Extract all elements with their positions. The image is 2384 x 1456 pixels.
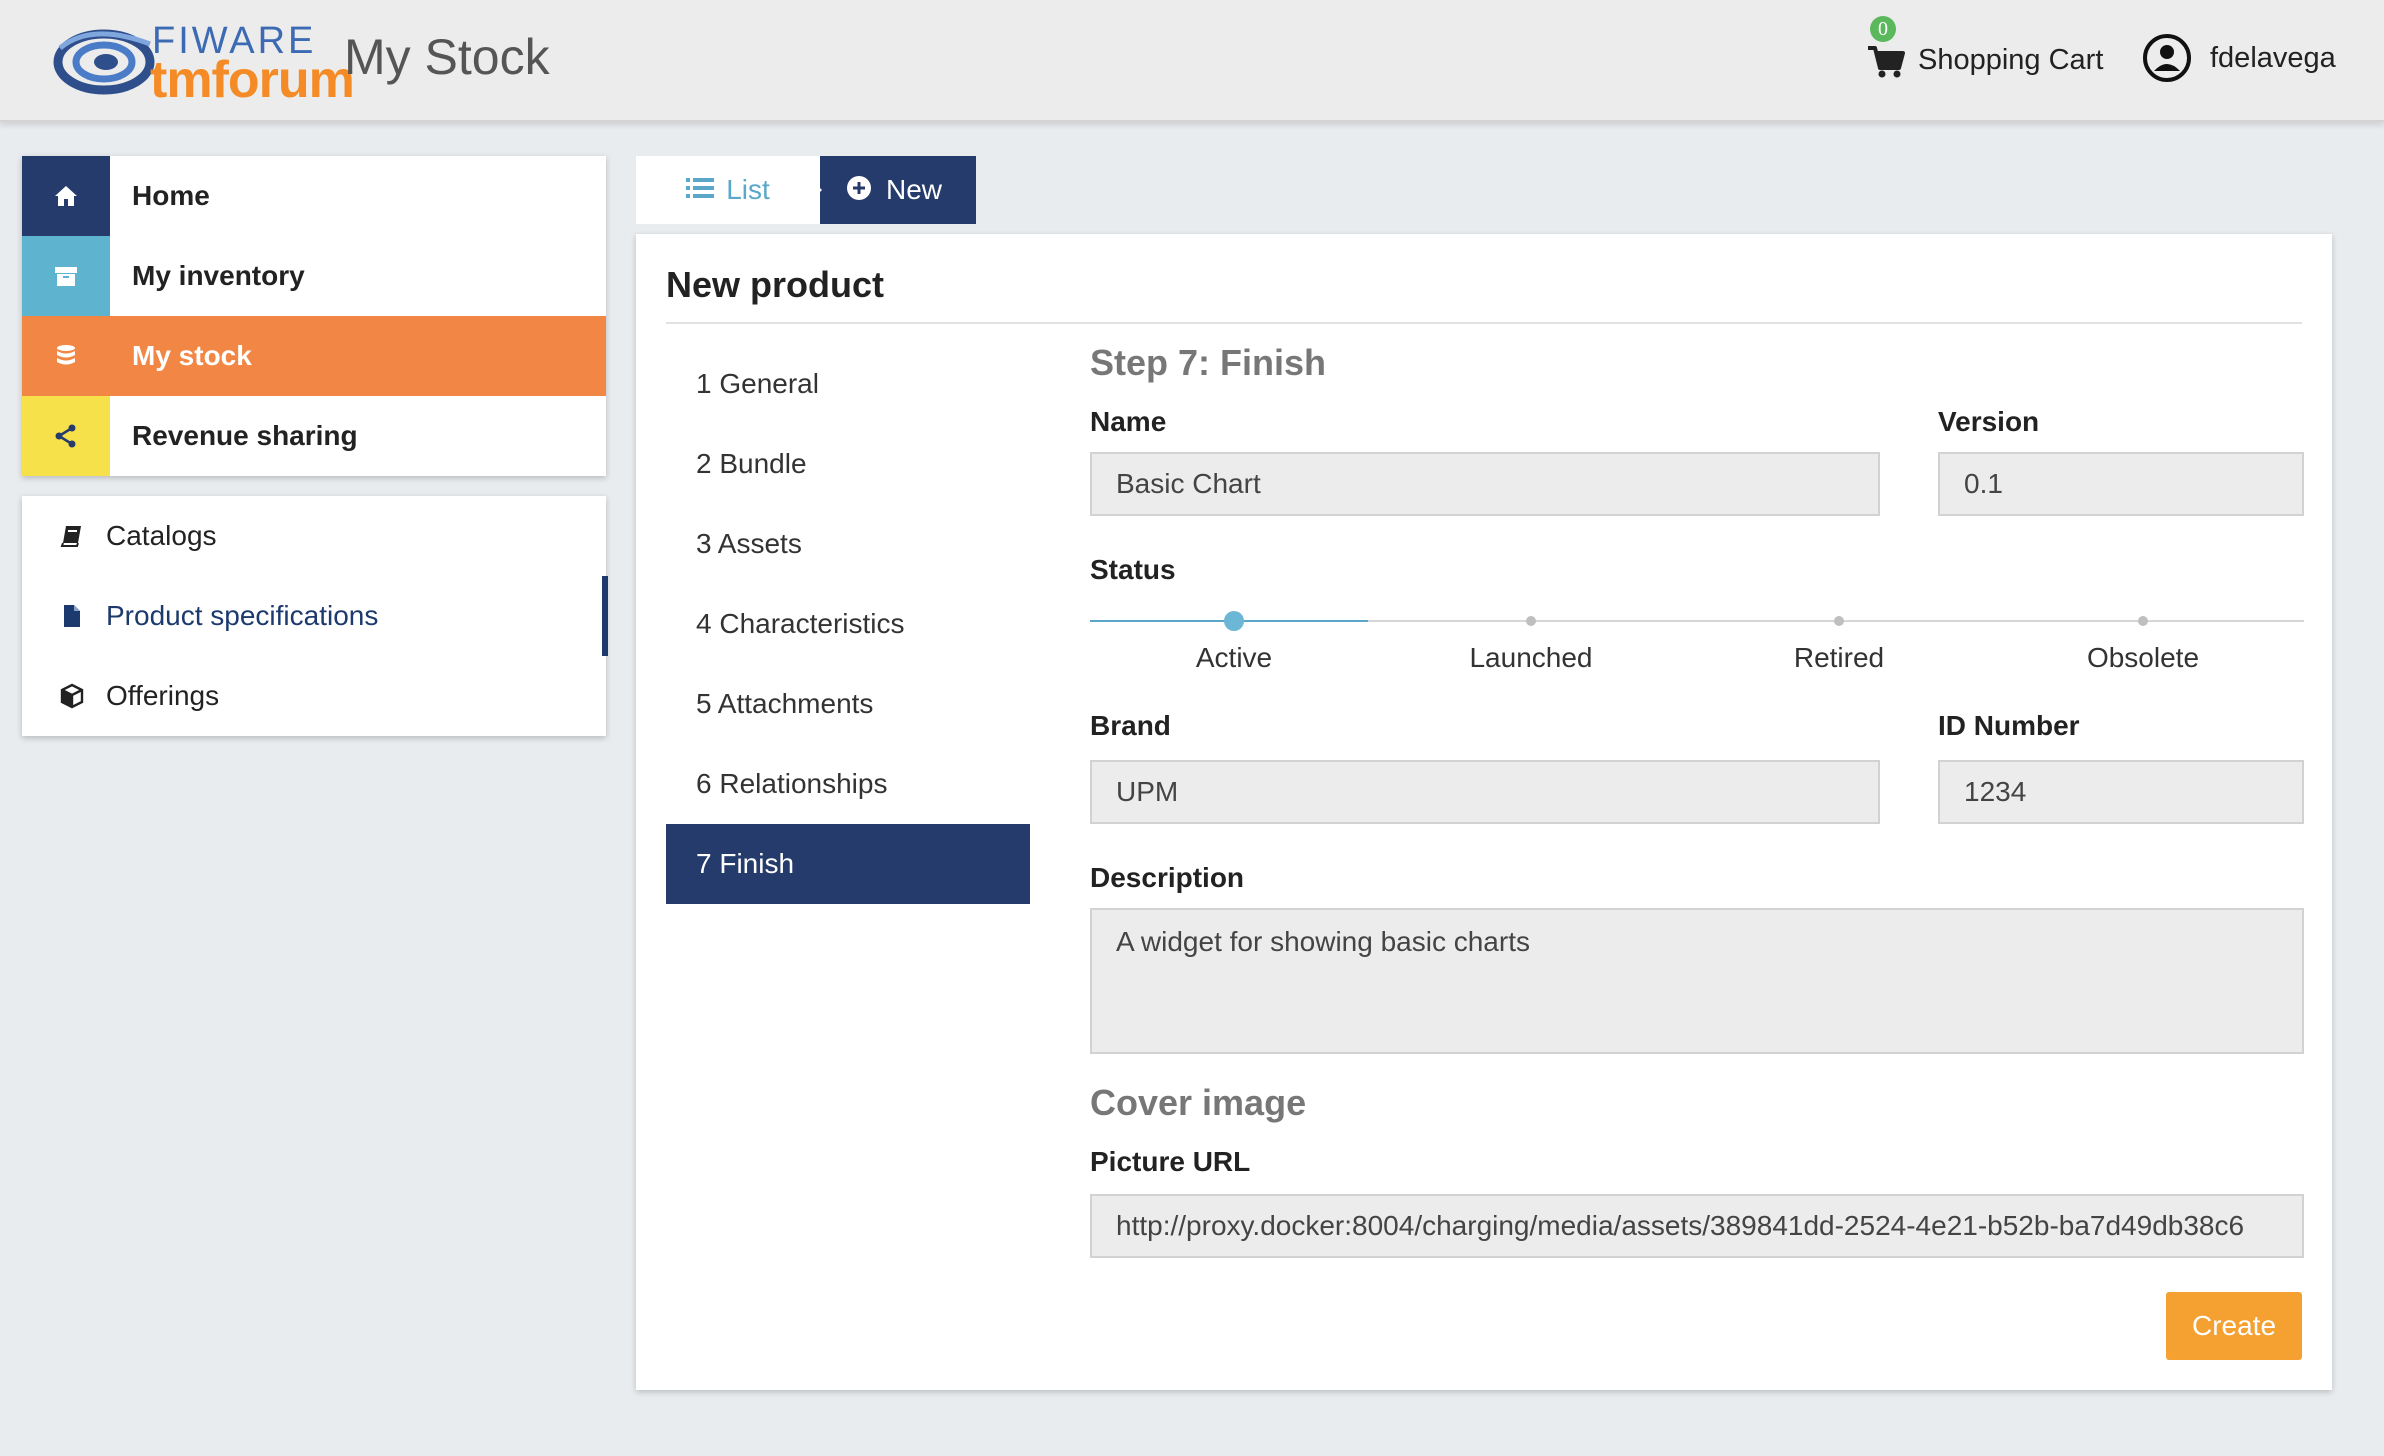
active-indicator [602, 576, 608, 656]
share-icon [22, 396, 110, 476]
menu-item-revenue-sharing[interactable]: Revenue sharing [22, 396, 606, 476]
step-general[interactable]: 1 General [666, 344, 1030, 424]
file-icon [54, 603, 90, 629]
menu-item-label: My inventory [132, 260, 305, 291]
step-label: 5 Attachments [696, 688, 874, 719]
step-finish[interactable]: 7 Finish [666, 824, 1030, 904]
user-menu[interactable]: fdelavega [2142, 30, 2336, 86]
cart-label: Shopping Cart [1918, 43, 2104, 76]
submenu-item-product-specifications[interactable]: Product specifications [22, 576, 606, 656]
id-number-field[interactable]: 1234 [1938, 760, 2304, 824]
brand-label: Brand [1090, 710, 1171, 741]
cover-image-title: Cover image [1090, 1082, 1307, 1123]
description-label: Description [1090, 862, 1245, 893]
menu-item-my-stock[interactable]: My stock [22, 316, 606, 396]
submenu-item-catalogs[interactable]: Catalogs [22, 496, 606, 576]
status-option-launched[interactable]: Launched [1401, 642, 1661, 674]
name-field[interactable]: Basic Chart [1090, 452, 1880, 516]
name-label: Name [1090, 406, 1167, 437]
picture-url-field[interactable]: http://proxy.docker:8004/charging/media/… [1090, 1194, 2304, 1258]
tab-new-label: New [886, 174, 943, 205]
status-option-retired[interactable]: Retired [1709, 642, 1969, 674]
create-button[interactable]: Create [2166, 1292, 2302, 1360]
brand-field[interactable]: UPM [1090, 760, 1880, 824]
submenu-item-offerings[interactable]: Offerings [22, 656, 606, 736]
tab-arrow-divider [788, 156, 822, 224]
archive-icon [22, 236, 110, 316]
step-title: Step 7: Finish [1090, 342, 1327, 383]
menu-item-my-inventory[interactable]: My inventory [22, 236, 606, 316]
card-title: New product [666, 264, 885, 305]
step-label: 2 Bundle [696, 448, 807, 479]
submenu-item-label: Product specifications [106, 600, 379, 631]
menu-item-label: Home [132, 180, 210, 211]
step-bundle[interactable]: 2 Bundle [666, 424, 1030, 504]
step-assets[interactable]: 3 Assets [666, 504, 1030, 584]
top-navbar: FIWARE tmforum My Stock 0 Shopping Cart … [0, 0, 2384, 122]
id-number-label: ID Number [1938, 710, 2080, 741]
main-menu: Home My inventory My stock Revenue shari… [22, 156, 606, 476]
submenu-item-label: Offerings [106, 680, 220, 711]
status-dot-obsolete[interactable] [2138, 616, 2148, 626]
version-field[interactable]: 0.1 [1938, 452, 2304, 516]
step-label: 6 Relationships [696, 768, 888, 799]
menu-item-home[interactable]: Home [22, 156, 606, 236]
logo-swirl-icon [53, 29, 155, 95]
status-dot-retired[interactable] [1834, 616, 1844, 626]
cart-count-badge: 0 [1870, 16, 1896, 42]
status-dot-launched[interactable] [1526, 616, 1536, 626]
logo-tmforum-text: tmforum [150, 51, 355, 109]
new-product-card: New product 1 General 2 Bundle 3 Assets … [636, 234, 2332, 1390]
submenu-item-label: Catalogs [106, 520, 217, 551]
status-dot-active[interactable] [1224, 611, 1244, 631]
cube-icon [54, 683, 90, 709]
home-icon [22, 156, 110, 236]
picture-url-label: Picture URL [1090, 1146, 1251, 1177]
step-attachments[interactable]: 5 Attachments [666, 664, 1030, 744]
step-label: 7 Finish [696, 848, 795, 879]
page-title: My Stock [344, 29, 550, 85]
username: fdelavega [2210, 41, 2336, 74]
status-option-active[interactable]: Active [1104, 642, 1364, 674]
plus-circle-icon [846, 175, 872, 206]
step-label: 4 Characteristics [696, 608, 905, 639]
step-label: 1 General [696, 368, 819, 399]
menu-item-label: Revenue sharing [132, 420, 358, 451]
fiware-tmforum-logo[interactable]: FIWARE tmforum [52, 18, 355, 109]
shopping-cart-button[interactable]: 0 Shopping Cart [1866, 16, 2104, 88]
sub-menu: Catalogs Product specifications Offering… [22, 496, 608, 736]
step-label: 3 Assets [696, 528, 802, 559]
step-relationships[interactable]: 6 Relationships [666, 744, 1030, 824]
database-icon [22, 316, 110, 396]
user-circle-icon [2143, 34, 2191, 82]
list-icon [686, 176, 715, 205]
divider [666, 322, 2302, 324]
status-label: Status [1090, 554, 1176, 585]
cart-icon [1868, 46, 1905, 78]
menu-item-label: My stock [132, 340, 252, 371]
step-characteristics[interactable]: 4 Characteristics [666, 584, 1030, 664]
tab-list-label: List [726, 174, 770, 205]
status-option-obsolete[interactable]: Obsolete [2013, 642, 2273, 674]
book-icon [54, 523, 90, 549]
version-label: Version [1938, 406, 2040, 437]
description-textarea[interactable]: A widget for showing basic charts [1090, 908, 2304, 1054]
